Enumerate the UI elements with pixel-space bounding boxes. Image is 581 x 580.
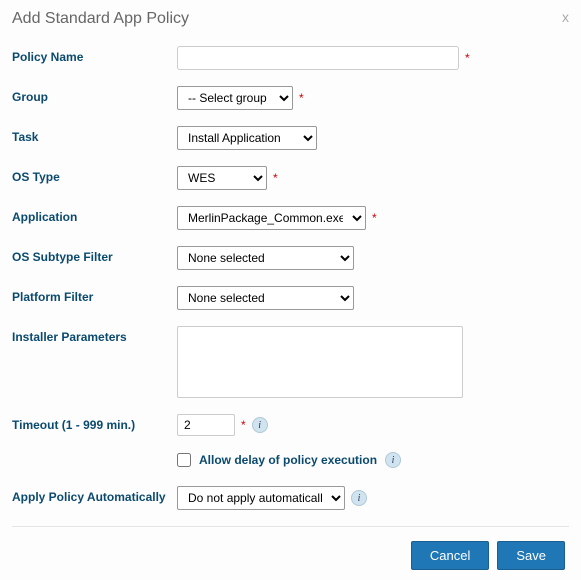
apply-policy-select[interactable]: Do not apply automatically <box>177 486 345 510</box>
task-select[interactable]: Install Application <box>177 126 317 150</box>
close-icon[interactable]: x <box>562 10 569 24</box>
apply-policy-label: Apply Policy Automatically <box>12 486 177 504</box>
required-mark: * <box>372 211 377 225</box>
add-standard-app-policy-dialog: Add Standard App Policy x Policy Name * … <box>0 0 581 580</box>
policy-name-label: Policy Name <box>12 46 177 64</box>
allow-delay-checkbox[interactable] <box>177 453 191 467</box>
required-mark: * <box>273 171 278 185</box>
info-icon[interactable]: i <box>385 452 401 468</box>
application-label: Application <box>12 206 177 224</box>
group-select[interactable]: -- Select group -- <box>177 86 293 110</box>
policy-name-input[interactable] <box>177 46 459 70</box>
platform-filter-select[interactable]: None selected <box>177 286 354 310</box>
allow-delay-label: Allow delay of policy execution <box>199 453 377 467</box>
required-mark: * <box>241 418 246 432</box>
dialog-footer: Cancel Save <box>12 541 569 570</box>
timeout-input[interactable] <box>177 414 235 436</box>
info-icon[interactable]: i <box>351 490 367 506</box>
timeout-label: Timeout (1 - 999 min.) <box>12 414 177 432</box>
group-label: Group <box>12 86 177 104</box>
divider <box>12 526 569 527</box>
cancel-button[interactable]: Cancel <box>411 541 489 570</box>
application-select[interactable]: MerlinPackage_Common.exe (Loc <box>177 206 366 230</box>
platform-filter-label: Platform Filter <box>12 286 177 304</box>
task-label: Task <box>12 126 177 144</box>
os-subtype-filter-label: OS Subtype Filter <box>12 246 177 264</box>
required-mark: * <box>465 51 470 65</box>
policy-form: Policy Name * Group -- Select group -- *… <box>12 46 569 570</box>
installer-parameters-textarea[interactable] <box>177 326 463 398</box>
dialog-title: Add Standard App Policy <box>12 10 189 28</box>
os-type-label: OS Type <box>12 166 177 184</box>
installer-parameters-label: Installer Parameters <box>12 326 177 344</box>
required-mark: * <box>299 91 304 105</box>
os-subtype-filter-select[interactable]: None selected <box>177 246 354 270</box>
dialog-header: Add Standard App Policy x <box>12 10 569 28</box>
save-button[interactable]: Save <box>497 541 565 570</box>
os-type-select[interactable]: WES <box>177 166 267 190</box>
info-icon[interactable]: i <box>252 417 268 433</box>
